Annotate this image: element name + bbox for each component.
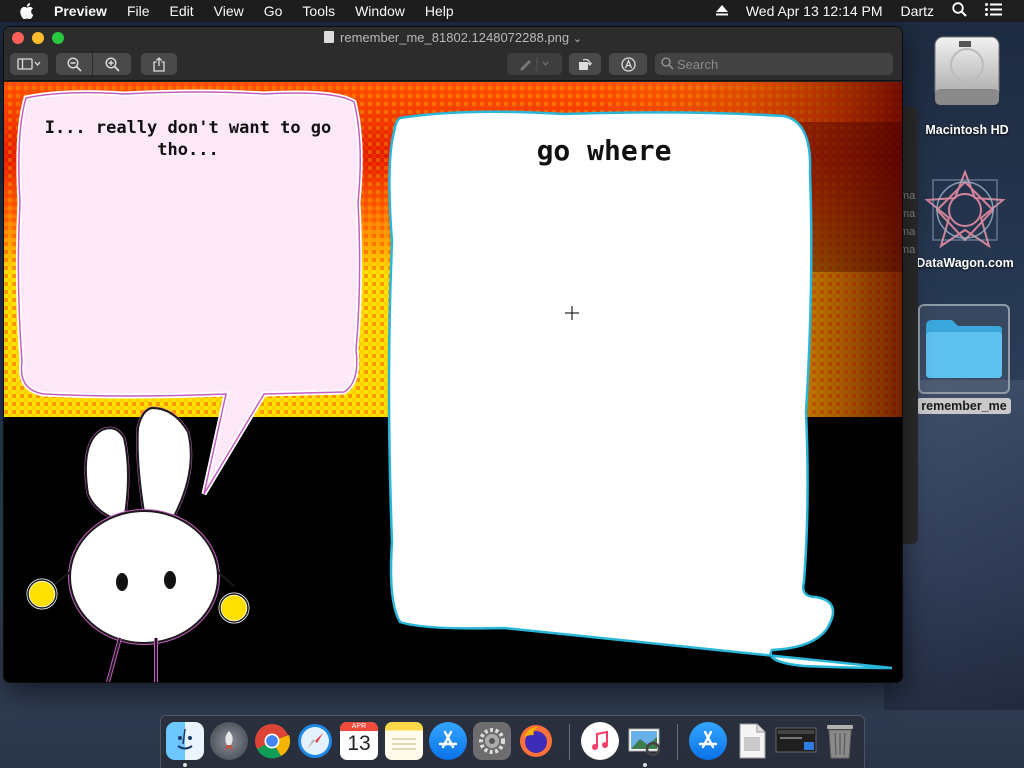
zoom-in-button[interactable] — [93, 53, 131, 75]
preview-icon[interactable] — [626, 722, 664, 760]
desktop-icon-label: DataWagon.com — [916, 256, 1014, 270]
dock-separator — [677, 724, 678, 760]
launchpad-icon[interactable] — [210, 722, 248, 760]
running-indicator — [643, 763, 647, 767]
file-icon[interactable] — [733, 722, 771, 760]
dock-separator — [569, 724, 570, 760]
menu-edit[interactable]: Edit — [170, 3, 194, 19]
rotate-icon — [579, 58, 592, 70]
zoom-in-icon — [104, 56, 120, 72]
bubble-left-text: I... really don't want to go tho... — [44, 118, 332, 160]
dock: APR 13 — [160, 715, 865, 768]
preview-window: remember_me_81802.1248072288.png ⌄ Searc… — [4, 27, 902, 682]
apple-menu-icon[interactable] — [20, 0, 36, 22]
menu-go[interactable]: Go — [264, 3, 283, 19]
back-window-row: ma — [900, 226, 916, 238]
back-window-row: ma — [900, 244, 916, 256]
clock[interactable]: Wed Apr 13 12:14 PM — [746, 3, 883, 19]
back-window-row: ma — [900, 190, 916, 202]
search-icon — [661, 57, 674, 70]
share-icon — [153, 56, 165, 72]
menu-view[interactable]: View — [214, 3, 244, 19]
window-title[interactable]: remember_me_81802.1248072288.png ⌄ — [4, 30, 902, 45]
desktop-icon-label: remember_me — [917, 398, 1011, 414]
datawagon-icon — [924, 170, 1006, 249]
user-name[interactable]: Dartz — [901, 3, 934, 19]
zoom-out-icon — [66, 56, 82, 72]
window-title-text: remember_me_81802.1248072288.png — [340, 30, 570, 45]
app-store-icon[interactable] — [429, 722, 467, 760]
itunes-icon[interactable] — [581, 722, 619, 760]
screenshot-icon[interactable] — [775, 722, 817, 760]
eject-icon[interactable] — [715, 3, 728, 19]
image-canvas[interactable]: I... really don't want to go tho... go w… — [4, 82, 902, 682]
sidebar-icon — [17, 58, 41, 70]
calendar-icon[interactable]: APR 13 — [340, 722, 378, 760]
menu-bar: Preview File Edit View Go Tools Window H… — [0, 0, 1024, 22]
running-indicator — [183, 763, 187, 767]
back-window-row: ma — [900, 208, 916, 220]
window-titlebar[interactable]: remember_me_81802.1248072288.png ⌄ — [4, 27, 902, 49]
folder-icon — [926, 320, 1002, 378]
comic-image — [4, 82, 902, 682]
markup-icon — [620, 56, 636, 72]
desktop-icon-macintosh-hd[interactable]: Macintosh HD — [912, 33, 1022, 137]
menu-tools[interactable]: Tools — [302, 3, 335, 19]
notification-center-icon[interactable] — [985, 3, 1002, 19]
system-preferences-icon[interactable] — [473, 722, 511, 760]
search-placeholder: Search — [677, 56, 719, 72]
share-button[interactable] — [141, 53, 177, 75]
markup-toolbar-button[interactable] — [609, 53, 647, 75]
menu-window[interactable]: Window — [355, 3, 405, 19]
chrome-icon[interactable] — [253, 722, 291, 760]
bubble-right-text: go where — [536, 134, 672, 167]
menu-help[interactable]: Help — [425, 3, 454, 19]
document-icon — [324, 31, 335, 43]
calendar-day: 13 — [347, 732, 371, 755]
markup-pen-button[interactable] — [507, 53, 562, 75]
firefox-icon[interactable] — [517, 722, 555, 760]
rotate-button[interactable] — [569, 53, 601, 75]
trash-icon[interactable] — [821, 722, 859, 760]
hard-drive-icon — [934, 36, 1000, 105]
pen-icon — [519, 57, 548, 71]
zoom-out-button[interactable] — [56, 53, 92, 75]
spotlight-search-icon[interactable] — [952, 2, 967, 20]
sidebar-toggle-button[interactable] — [10, 53, 48, 75]
title-chevron-icon[interactable]: ⌄ — [573, 33, 582, 45]
app-store-download-icon[interactable] — [689, 722, 727, 760]
finder-icon[interactable] — [166, 722, 204, 760]
calendar-month: APR — [340, 722, 378, 731]
toolbar: Search — [4, 49, 902, 81]
safari-icon[interactable] — [296, 722, 334, 760]
menu-file[interactable]: File — [127, 3, 150, 19]
desktop-icon-remember-me-folder[interactable]: remember_me — [914, 304, 1014, 414]
search-field[interactable]: Search — [655, 53, 893, 75]
desktop-icon-label: Macintosh HD — [925, 123, 1009, 137]
desktop-icon-datawagon[interactable]: DataWagon.com — [906, 170, 1024, 270]
menu-app-name[interactable]: Preview — [54, 3, 107, 19]
notes-icon[interactable] — [385, 722, 423, 760]
